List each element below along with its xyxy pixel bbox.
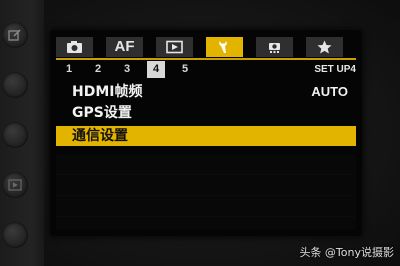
menu-item-label: 通信设置 (72, 128, 128, 144)
tab-custom-functions[interactable] (256, 37, 293, 57)
page-5[interactable]: 5 (176, 61, 194, 78)
picture-style-button[interactable] (2, 22, 28, 48)
edit-icon (8, 29, 21, 41)
tab-af[interactable]: AF (106, 37, 143, 57)
lcd-screen: AF 1 2 3 4 5 SET UP4 HDMI帧频 AUTO GPS设置 通… (50, 30, 362, 236)
wrench-icon (219, 41, 227, 53)
menu-item-communication-settings[interactable]: 通信设置 (56, 126, 356, 146)
delete-hw-button[interactable] (2, 222, 28, 248)
tab-setup[interactable] (206, 37, 243, 57)
page-2[interactable]: 2 (89, 61, 107, 78)
page-3[interactable]: 3 (118, 61, 136, 78)
tab-af-label: AF (114, 38, 135, 55)
play-icon (8, 179, 22, 191)
tab-playback[interactable] (156, 37, 193, 57)
page-indicator-bar: 1 2 3 4 5 (56, 61, 356, 78)
page-1[interactable]: 1 (60, 61, 78, 78)
tab-my-menu[interactable] (306, 37, 343, 57)
page-4-active[interactable]: 4 (147, 61, 165, 78)
play-hw-button[interactable] (2, 172, 28, 198)
menu-item-gps-settings[interactable]: GPS设置 (56, 103, 356, 123)
camera-body: AF 1 2 3 4 5 SET UP4 HDMI帧频 AUTO GPS设置 通… (0, 0, 400, 266)
menu-item-hdmi-frame-rate[interactable]: HDMI帧频 AUTO (56, 82, 356, 102)
menu-page-id: SET UP4 (314, 64, 356, 75)
menu-item-list: HDMI帧频 AUTO GPS设置 通信设置 (56, 82, 356, 147)
star-icon (317, 40, 332, 54)
tab-underline (56, 58, 356, 60)
menu-item-label: HDMI帧频 (72, 84, 143, 100)
playback-hw-button[interactable] (2, 72, 28, 98)
tab-shooting[interactable] (56, 37, 93, 57)
menu-tab-bar: AF (56, 37, 356, 57)
custom-functions-icon (269, 43, 280, 53)
info-hw-button[interactable] (2, 122, 28, 148)
menu-item-value: AUTO (311, 84, 348, 99)
empty-menu-area (56, 154, 356, 230)
camera-icon (67, 41, 82, 53)
menu-item-label: GPS设置 (72, 105, 132, 121)
playback-icon (166, 40, 183, 54)
watermark: 头条 @Tony说摄影 (299, 246, 394, 259)
left-bezel (0, 0, 44, 266)
